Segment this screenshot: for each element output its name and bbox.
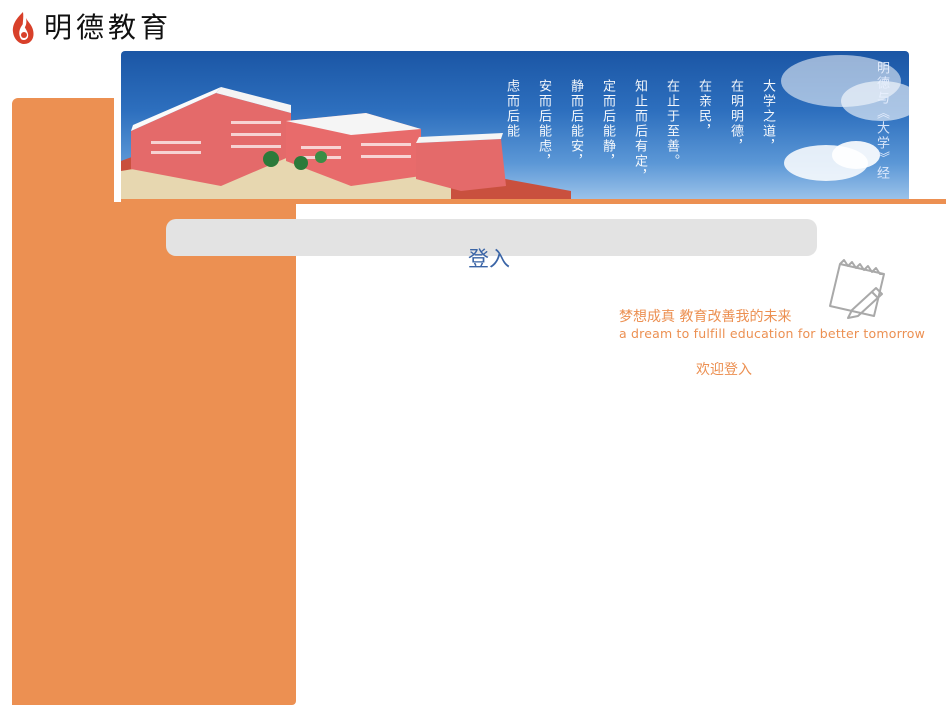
brand-logo: 明德教育 [8,8,172,48]
poem-line: 在亲民， [696,79,711,139]
poem-text: 大学之道， 在明明德， 在亲民， 在止于至善。 知止而后有定， 定而后能静， 静… [502,79,777,184]
poem-line: 定而后能静， [600,79,615,169]
poem-line: 在明明德， [728,79,743,154]
pencil-notepad-icon [829,259,885,319]
poem-line: 在止于至善。 [664,79,679,169]
poem-line: 虑而后能 [504,79,519,139]
poem-line: 静而后能安， [568,79,583,169]
header-divider [121,199,946,204]
flame-logo-icon [12,12,34,44]
slogan-english: a dream to fulfill education for better … [619,326,926,341]
poem-line: 大学之道， [760,79,775,154]
login-title[interactable]: 登入 [468,243,510,273]
welcome-text: 欢迎登入 [696,362,752,378]
banner-side-title: 明德与《大学》经 [874,61,889,181]
brand-name: 明德教育 [44,11,173,44]
poem-line: 安而后能虑， [536,79,551,169]
slogan-chinese: 梦想成真 教育改善我的未来 [619,309,792,325]
header-banner: 大学之道， 在明明德， 在亲民， 在止于至善。 知止而后有定， 定而后能静， 静… [121,51,909,200]
poem-line: 知止而后有定， [632,79,647,184]
